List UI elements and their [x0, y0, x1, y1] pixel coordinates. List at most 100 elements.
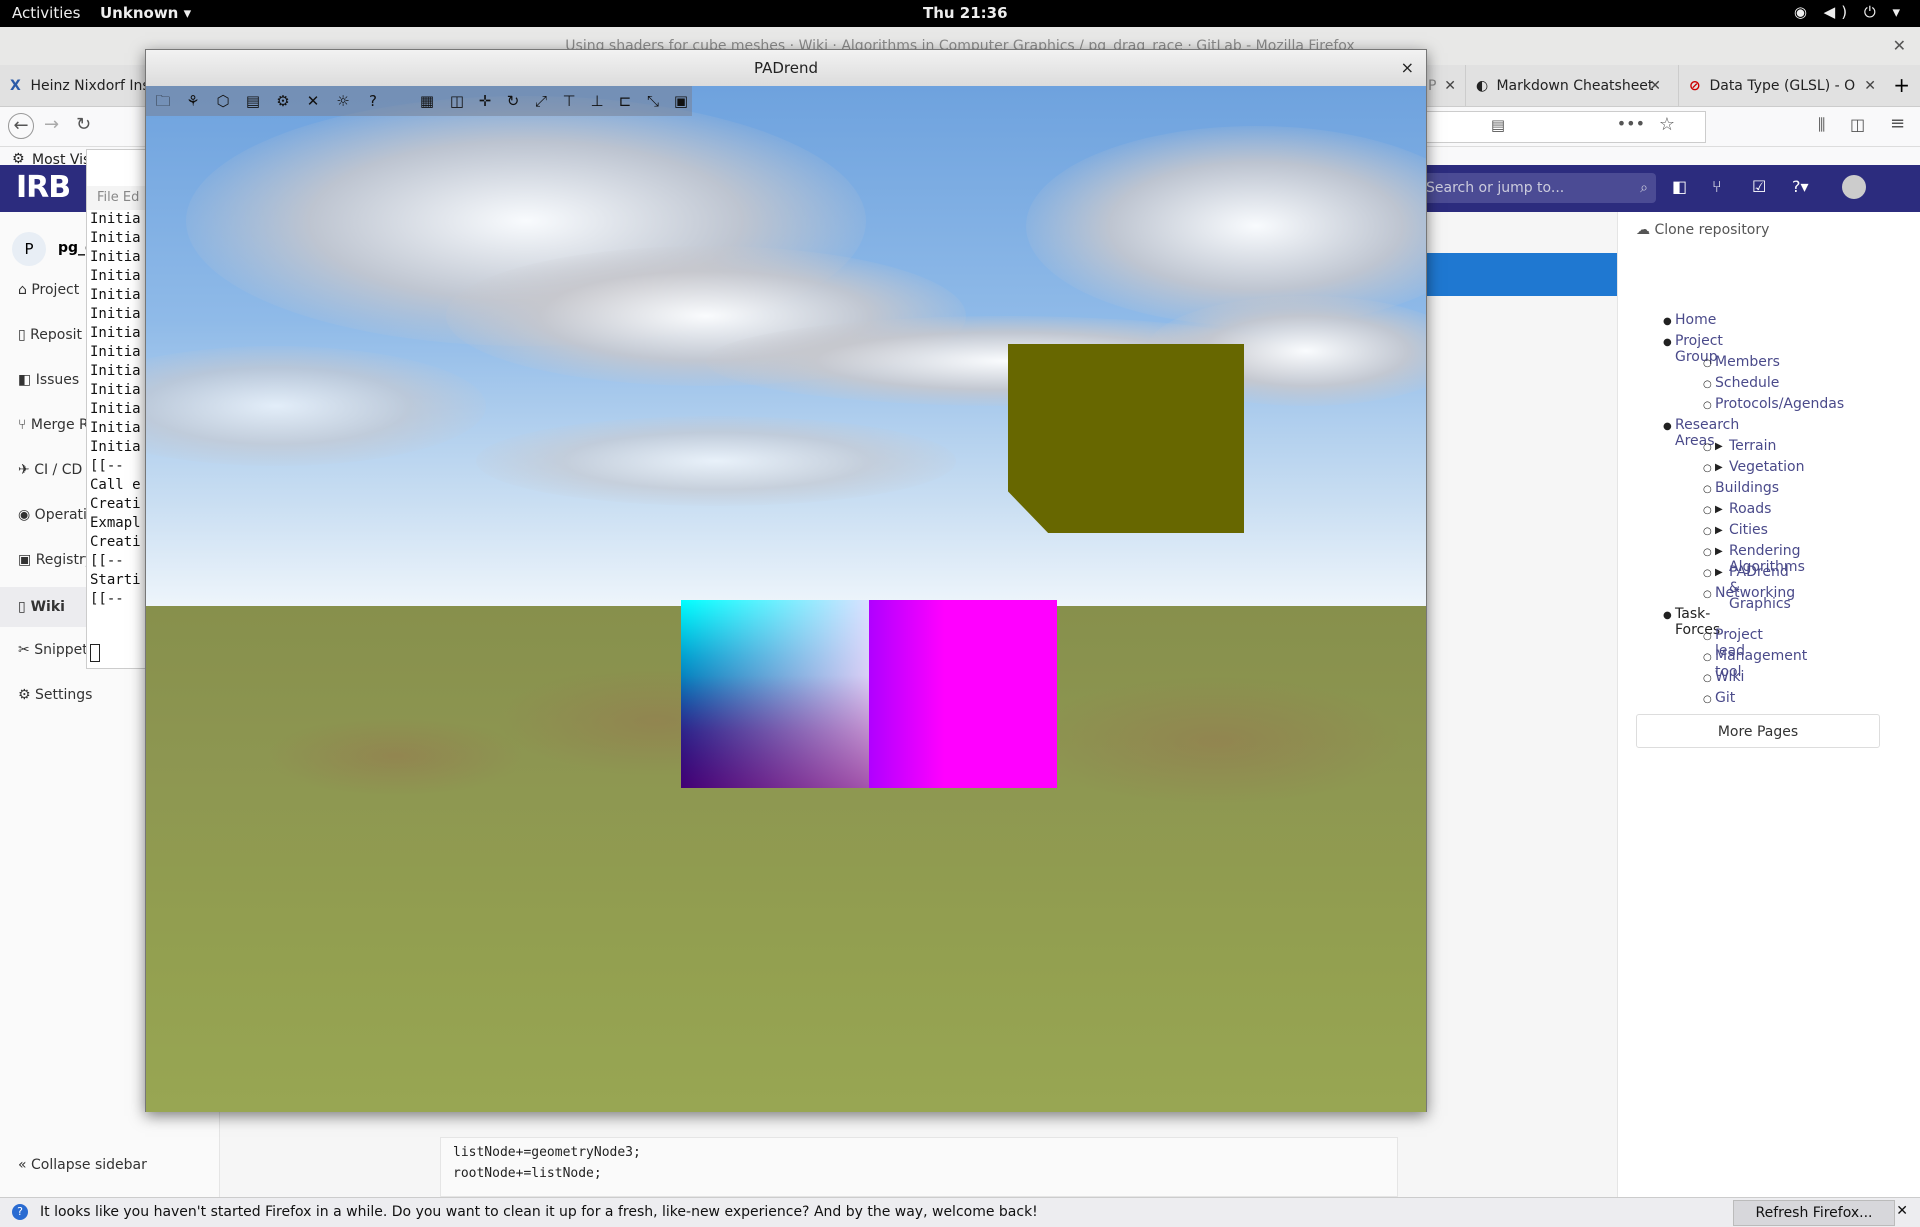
move-icon[interactable]: ✛	[474, 90, 496, 112]
close-icon[interactable]: ✕	[1893, 27, 1906, 65]
search-input[interactable]: Search or jump to... ⌕	[1416, 173, 1656, 203]
anchor-icon[interactable]: ⊥	[586, 90, 608, 112]
circle-bullet-icon: ○	[1703, 358, 1712, 369]
clone-repository-link[interactable]: ☁ Clone repository	[1636, 222, 1769, 238]
scene-icon[interactable]: ⚘	[182, 90, 204, 112]
close-icon[interactable]: ×	[1401, 50, 1414, 86]
rotate-icon[interactable]: ↻	[502, 90, 524, 112]
terminal-line: Exmapl	[90, 515, 141, 531]
stats-icon[interactable]: ▦	[416, 90, 438, 112]
render-viewport[interactable]: 🗀 ⚘ ⬡ ▤ ⚙ ✕ ☼? ▦ ◫ ✛ ↻ ⤢ ⊤ ⊥ ⊏ ⤡ ▣	[146, 86, 1426, 1112]
terminal-line: Initia	[90, 268, 141, 284]
tab-glsl-data-type[interactable]: ⊘ Data Type (GLSL) - O ✕	[1678, 65, 1888, 107]
terminal-output: Initia Initia Initia Initia Initia Initia Init…	[90, 210, 141, 609]
clock[interactable]: Thu 21:36	[923, 4, 1008, 22]
sidebar-item-operations[interactable]: ◉ Operati	[18, 507, 87, 523]
help-icon[interactable]: ?	[362, 90, 384, 112]
close-tab-icon[interactable]: ✕	[1649, 65, 1661, 107]
wiki-page-link[interactable]: Members	[1715, 354, 1780, 370]
padrend-window: PADrend × 🗀 ⚘ ⬡ ▤ ⚙ ✕ ☼? ▦ ◫ ✛ ↻ ⤢ ⊤ ⊥ ⊏ ⤡ ▣	[145, 49, 1427, 1112]
todo-icon[interactable]: ☑	[1752, 177, 1766, 196]
menu-icon[interactable]: ≡	[1890, 113, 1905, 134]
project-avatar[interactable]: P	[12, 232, 46, 266]
clone-label: Clone repository	[1654, 222, 1770, 238]
folder-icon[interactable]: 🗀	[152, 90, 174, 112]
wiki-page-link[interactable]: Cities	[1729, 522, 1768, 538]
more-pages-button[interactable]: More Pages	[1636, 714, 1880, 748]
collapse-sidebar-button[interactable]: « Collapse sidebar	[18, 1157, 147, 1173]
page-actions-icon[interactable]: •••	[1617, 114, 1645, 133]
plugin-icon[interactable]: ⬡	[212, 90, 234, 112]
collapse-label: Collapse sidebar	[31, 1157, 147, 1173]
wiki-page-link[interactable]: Networking	[1715, 585, 1795, 601]
wiki-page-link[interactable]: Git	[1715, 690, 1735, 706]
wiki-page-link[interactable]: Home	[1675, 312, 1716, 328]
wiki-page-link[interactable]: Wiki	[1715, 669, 1744, 685]
app-menu[interactable]: Unknown ▾	[100, 4, 191, 22]
expand-arrow-icon[interactable]: ▶	[1715, 567, 1723, 578]
sidebar-item-ci-cd[interactable]: ✈ CI / CD	[18, 462, 82, 478]
new-tab-icon[interactable]: +	[1893, 73, 1910, 97]
cloud	[476, 416, 956, 506]
wiki-page-link[interactable]: Roads	[1729, 501, 1771, 517]
close-notice-icon[interactable]: ✕	[1896, 1203, 1908, 1219]
expand-arrow-icon[interactable]: ▶	[1715, 525, 1723, 536]
system-tray[interactable]: ◉ ◀) ⏻ ▾	[1794, 3, 1906, 21]
bullet-icon: ●	[1663, 610, 1672, 621]
sidebar-item-snippets[interactable]: ✂ Snippets	[18, 642, 95, 658]
refresh-firefox-button[interactable]: Refresh Firefox...	[1733, 1200, 1895, 1226]
expand-arrow-icon[interactable]: ▶	[1715, 441, 1723, 452]
light-icon[interactable]: ☼	[332, 90, 354, 112]
close-tab-icon[interactable]: ✕	[1444, 65, 1456, 107]
camera-icon[interactable]: ◫	[446, 90, 468, 112]
back-icon[interactable]: ←	[8, 113, 34, 139]
list-icon[interactable]: ▤	[242, 90, 264, 112]
text-icon[interactable]: ⊏	[614, 90, 636, 112]
sidebar-item-settings[interactable]: ⚙ Settings	[18, 687, 92, 703]
wiki-page-link[interactable]: Buildings	[1715, 480, 1779, 496]
help-icon[interactable]: ?▾	[1792, 177, 1809, 196]
notification-bar: ? It looks like you haven't started Fire…	[0, 1197, 1920, 1227]
sidebar-item-label: Settings	[35, 687, 93, 703]
avatar[interactable]	[1842, 175, 1866, 199]
path-icon[interactable]: ⤡	[642, 90, 664, 112]
reader-view-icon[interactable]: ▤	[1491, 116, 1505, 134]
forward-icon[interactable]: →	[44, 114, 59, 135]
cloud	[146, 346, 486, 466]
wiki-page-link[interactable]: Terrain	[1729, 438, 1776, 454]
wiki-page-link[interactable]: Protocols/Agendas	[1715, 396, 1844, 412]
close-tab-icon[interactable]: ✕	[1864, 65, 1876, 107]
activities-button[interactable]: Activities	[12, 4, 80, 22]
align-icon[interactable]: ⊤	[558, 90, 580, 112]
sidebar-item-label: CI / CD	[34, 462, 83, 478]
wiki-page-link[interactable]: Vegetation	[1729, 459, 1805, 475]
url-bar-tail[interactable]: ▤ ••• ☆	[1426, 111, 1706, 143]
wiki-page-link[interactable]: Schedule	[1715, 375, 1779, 391]
terrain-patch	[266, 716, 526, 796]
sidebar-item-issues[interactable]: ◧ Issues	[18, 372, 79, 388]
tab-markdown-cheatsheet[interactable]: ◐ Markdown Cheatsheet ✕	[1465, 65, 1673, 107]
sidebar-item-merge-requests[interactable]: ⑂ Merge R	[18, 417, 89, 433]
expand-arrow-icon[interactable]: ▶	[1715, 546, 1723, 557]
scale-icon[interactable]: ⤢	[530, 90, 552, 112]
tab-favicon-icon: X	[10, 78, 21, 94]
sidebar-item-project[interactable]: ⌂ Project	[18, 282, 79, 298]
sidebar-toggle-icon[interactable]: ◫	[1850, 115, 1865, 134]
tab-label: P	[1428, 78, 1437, 94]
reload-icon[interactable]: ↻	[76, 114, 91, 135]
sidebar-item-registry[interactable]: ▣ Registry	[18, 552, 93, 568]
expand-arrow-icon[interactable]: ▶	[1715, 504, 1723, 515]
terminal-line: Initia	[90, 439, 141, 455]
tools-icon[interactable]: ✕	[302, 90, 324, 112]
issues-icon[interactable]: ◧	[1672, 177, 1687, 196]
sidebar-item-repository[interactable]: ▯ Reposit	[18, 327, 82, 343]
gear-icon[interactable]: ⚙	[272, 90, 294, 112]
tab-heinz-nixdorf[interactable]: X Heinz Nixdorf Ins	[0, 65, 148, 107]
logo[interactable]: IRB	[16, 170, 71, 205]
bookmark-star-icon[interactable]: ☆	[1659, 114, 1675, 135]
expand-arrow-icon[interactable]: ▶	[1715, 462, 1723, 473]
log-icon[interactable]: ▣	[670, 90, 692, 112]
library-icon[interactable]: ⫼	[1818, 115, 1825, 135]
gradient-cube-face	[681, 600, 869, 788]
merge-request-icon[interactable]: ⑂	[1712, 177, 1722, 196]
